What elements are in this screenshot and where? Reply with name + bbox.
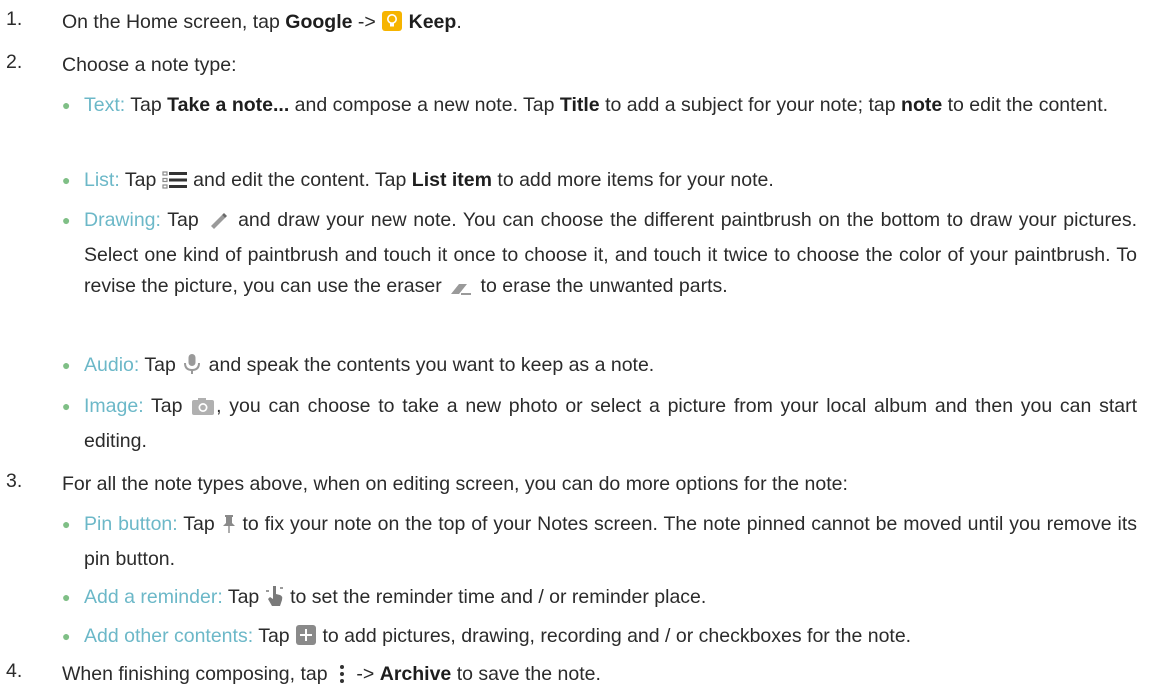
bullet-icon: ● [62, 172, 71, 188]
step-text: When finishing composing, tap -> Archive… [62, 660, 1137, 693]
step-number: 3. [6, 470, 23, 492]
bullet-icon: ● [62, 628, 71, 644]
microphone-icon [181, 353, 203, 385]
bullet-icon: ● [62, 589, 71, 605]
bullet-icon: ● [62, 357, 71, 373]
list-item: ● Image: Tap , you can choose to take a … [62, 391, 1137, 457]
bullet-icon: ● [62, 398, 71, 414]
list-item: ● List: Tap and edit the content. Tap Li… [62, 165, 1137, 200]
step-number: 2. [6, 51, 23, 73]
bullet-icon: ● [62, 516, 71, 532]
list-item: ● Drawing: Tap and draw your new note. Y… [62, 205, 1137, 306]
camera-icon [190, 395, 216, 426]
add-icon [295, 624, 317, 656]
list-item: ● Audio: Tap and speak the contents you … [62, 350, 1137, 385]
pin-icon [221, 513, 237, 544]
pen-icon [205, 209, 231, 240]
list-item: ● Add other contents: Tap to add picture… [62, 621, 1137, 656]
list-item: ● Pin button: Tap to fix your note on th… [62, 509, 1137, 575]
list-icon [162, 169, 188, 200]
keep-icon [381, 10, 403, 41]
more-vert-icon [333, 664, 351, 693]
list-item: ● Text: Tap Take a note... and compose a… [62, 90, 1137, 121]
bullet-icon: ● [62, 97, 71, 113]
reminder-icon [265, 585, 285, 617]
step-number: 1. [6, 8, 23, 30]
list-item: ● Add a reminder: Tap to set the reminde… [62, 582, 1137, 617]
step-number: 4. [6, 660, 23, 682]
step-text: On the Home screen, tap Google -> Keep. [62, 8, 1137, 41]
bullet-icon: ● [62, 212, 71, 228]
eraser-icon [447, 275, 475, 306]
step-text: For all the note types above, when on ed… [62, 473, 848, 495]
step-text: Choose a note type: [62, 54, 237, 76]
